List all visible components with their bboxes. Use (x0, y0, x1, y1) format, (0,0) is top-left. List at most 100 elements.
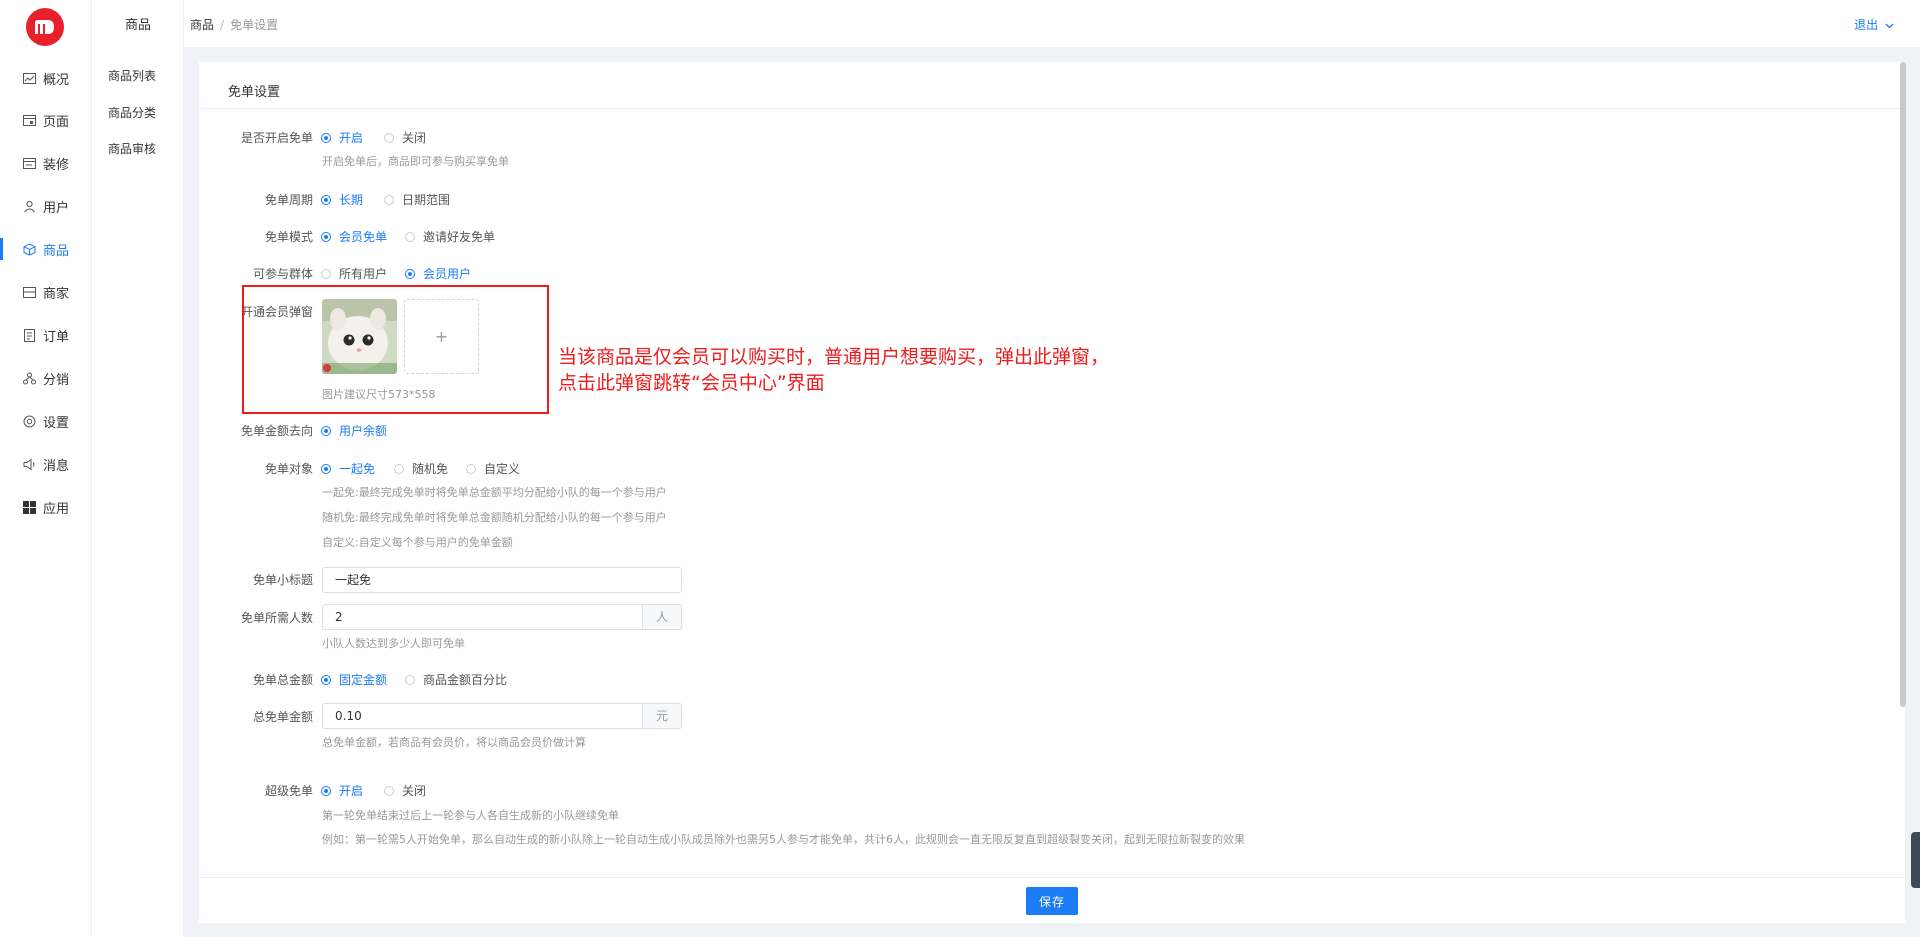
logout-label: 退出 (1854, 18, 1879, 32)
top-bar: 商品 / 免单设置 退出 (184, 0, 1920, 47)
total-fixed-radio[interactable]: 固定金额 (321, 671, 387, 688)
period-longterm-radio[interactable]: 长期 (321, 191, 363, 208)
people-value: 2 (335, 610, 343, 624)
super-hint-1: 第一轮免单结束过后上一轮参与人各自生成新的小队继续免单 (322, 809, 619, 822)
super-hint-2: 例如：第一轮需5人开始免单，那么自动生成的新小队除上一轮自动生成小队成员除外也需… (322, 833, 1245, 846)
period-daterange-radio[interactable]: 日期范围 (384, 191, 450, 208)
radio-label: 长期 (339, 193, 364, 207)
total-amount-value: 0.10 (335, 709, 362, 723)
radio-dot (321, 268, 331, 279)
radio-dot (321, 463, 331, 474)
annotation-line-1: 当该商品是仅会员可以购买时，普通用户想要购买，弹出此弹窗， (558, 346, 1110, 368)
nav-label: 商家 (43, 286, 70, 302)
mode-member-radio[interactable]: 会员免单 (321, 228, 387, 245)
period-label: 免单周期 (264, 193, 313, 207)
footer-bar: 保存 (199, 877, 1905, 923)
group-member-radio[interactable]: 会员用户 (405, 265, 471, 282)
radio-dot (321, 194, 331, 205)
radio-dot (384, 785, 394, 796)
nav-item-decorate[interactable]: 装修 (0, 148, 92, 178)
radio-dot (321, 785, 331, 796)
target-label: 免单对象 (264, 462, 313, 476)
radio-label: 会员免单 (339, 230, 388, 244)
annotation-note: 当该商品是仅会员可以购买时，普通用户想要购买，弹出此弹窗， 点击此弹窗跳转“会员… (558, 344, 1109, 396)
nav-label: 应用 (43, 501, 70, 517)
nav-label: 装修 (43, 157, 70, 173)
total-percent-radio[interactable]: 商品金额百分比 (405, 671, 507, 688)
decorate-icon (22, 156, 36, 170)
target-random-radio[interactable]: 随机免 (394, 460, 448, 477)
nav-label: 页面 (43, 114, 70, 130)
super-off-radio[interactable]: 关闭 (384, 782, 426, 799)
nav-label: 消息 (43, 458, 70, 474)
nav-label: 商品 (43, 243, 70, 259)
nav-item-distribution[interactable]: 分销 (0, 363, 92, 393)
enable-off-radio[interactable]: 关闭 (384, 129, 426, 146)
annotation-highlight-box (242, 285, 549, 414)
radio-dot (405, 231, 415, 242)
nav-item-goods[interactable]: 商品 (0, 234, 92, 264)
enable-on-radio[interactable]: 开启 (321, 129, 363, 146)
radio-label: 商品金额百分比 (423, 673, 508, 687)
radio-label: 随机免 (412, 462, 449, 476)
destination-balance-radio[interactable]: 用户余额 (321, 422, 387, 439)
nav-item-settings[interactable]: 设置 (0, 406, 92, 436)
radio-label: 所有用户 (339, 267, 388, 281)
radio-label: 自定义 (484, 462, 521, 476)
logout-button[interactable]: 退出 (1854, 16, 1894, 33)
total-amount-input[interactable]: 0.10 元 (322, 703, 682, 729)
settings-icon (22, 414, 36, 428)
radio-dot (384, 194, 394, 205)
nav-label: 分销 (43, 372, 70, 388)
nav-item-pages[interactable]: 页面 (0, 105, 92, 135)
box-icon (22, 242, 36, 256)
enable-hint: 开启免单后，商品即可参与购买享免单 (322, 155, 509, 168)
nav-item-overview[interactable]: 概况 (0, 63, 92, 93)
people-input[interactable]: 2 人 (322, 604, 682, 630)
subnav-item-goods-list[interactable]: 商品列表 (108, 67, 156, 84)
radio-dot (405, 674, 415, 685)
subtitle-label: 免单小标题 (252, 573, 313, 587)
subtitle-input[interactable]: 一起免 (322, 567, 682, 593)
floating-side-widget[interactable] (1911, 832, 1920, 888)
destination-label: 免单金额去向 (240, 424, 313, 438)
subnav-item-goods-category[interactable]: 商品分类 (108, 104, 156, 121)
total-amount-unit: 元 (642, 703, 682, 729)
super-on-radio[interactable]: 开启 (321, 782, 363, 799)
radio-label: 关闭 (402, 131, 427, 145)
card-title: 免单设置 (228, 85, 281, 100)
target-hint-custom: 自定义:自定义每个参与用户的免单金额 (322, 536, 513, 549)
total-type-label: 免单总金额 (252, 673, 313, 687)
breadcrumb-separator: / (220, 18, 225, 32)
total-amount-hint: 总免单金额，若商品有会员价，将以商品会员价做计算 (322, 736, 586, 749)
breadcrumb-item-goods[interactable]: 商品 (190, 18, 214, 32)
subnav-title: 商品 (124, 18, 151, 33)
vertical-scrollbar[interactable] (1900, 62, 1906, 707)
group-all-radio[interactable]: 所有用户 (321, 265, 387, 282)
radio-label: 开启 (339, 131, 364, 145)
target-hint-together: 一起免:最终完成免单时将免单总金额平均分配给小队的每一个参与用户 (322, 486, 667, 499)
radio-label: 日期范围 (402, 193, 451, 207)
target-together-radio[interactable]: 一起免 (321, 460, 375, 477)
annotation-line-2: 点击此弹窗跳转“会员中心”界面 (558, 372, 825, 394)
secondary-sidebar: 商品 商品列表 商品分类 商品审核 (92, 0, 184, 937)
nav-item-merchants[interactable]: 商家 (0, 277, 92, 307)
mode-invite-radio[interactable]: 邀请好友免单 (405, 228, 495, 245)
save-button[interactable]: 保存 (1026, 887, 1078, 915)
target-custom-radio[interactable]: 自定义 (466, 460, 520, 477)
subnav-item-goods-review[interactable]: 商品审核 (108, 140, 156, 157)
breadcrumb: 商品 / 免单设置 (190, 16, 278, 33)
nav-item-orders[interactable]: 订单 (0, 320, 92, 350)
divider (199, 108, 1905, 109)
radio-label: 一起免 (339, 462, 376, 476)
nav-item-apps[interactable]: 应用 (0, 492, 92, 522)
radio-label: 用户余额 (339, 424, 388, 438)
radio-label: 固定金额 (339, 673, 388, 687)
people-label: 免单所需人数 (240, 611, 313, 625)
nav-item-users[interactable]: 用户 (0, 191, 92, 221)
user-icon (22, 199, 36, 213)
super-label: 超级免单 (264, 784, 313, 798)
total-amount-label: 总免单金额 (252, 710, 313, 724)
app-logo[interactable] (26, 8, 64, 46)
nav-item-messages[interactable]: 消息 (0, 449, 92, 479)
